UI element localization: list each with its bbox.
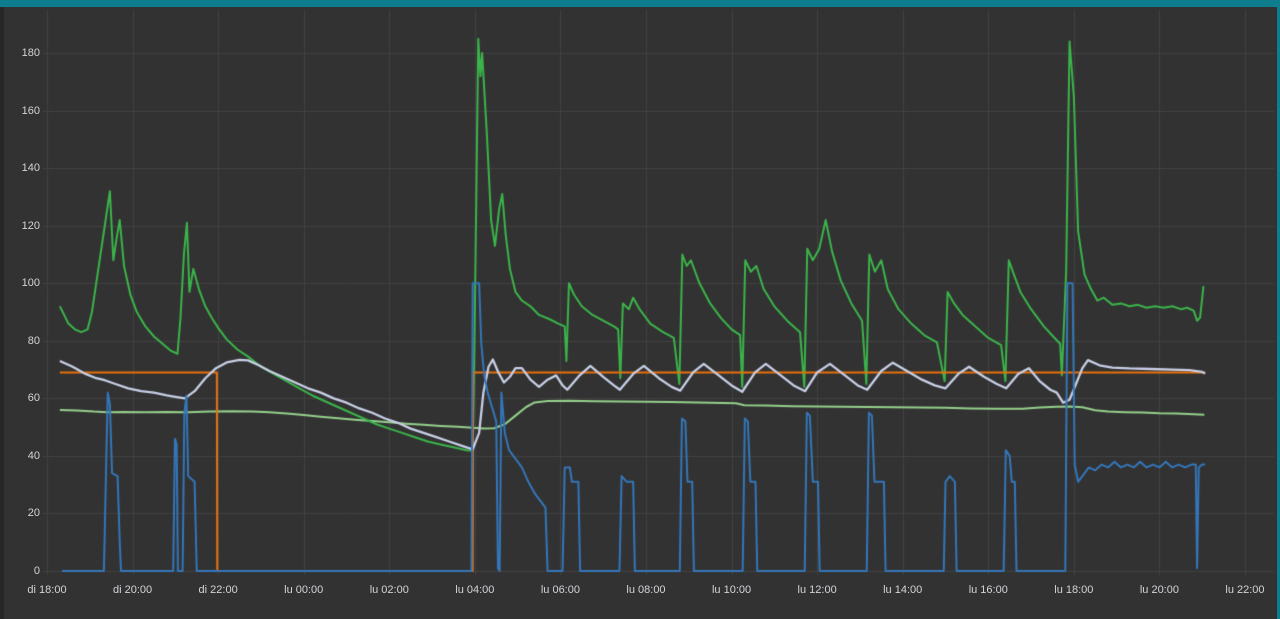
y-axis-label: 140 bbox=[21, 162, 40, 175]
x-axis-label: lu 20:00 bbox=[1139, 584, 1179, 596]
y-axis-label: 180 bbox=[21, 47, 40, 60]
y-axis-label: 20 bbox=[27, 507, 40, 520]
y-axis-label: 120 bbox=[21, 219, 40, 232]
x-axis-label: di 18:00 bbox=[27, 584, 67, 596]
x-axis-label: lu 04:00 bbox=[455, 584, 495, 596]
y-axis-label: 160 bbox=[21, 104, 40, 117]
x-axis-label: lu 10:00 bbox=[711, 584, 752, 596]
x-axis-label: di 22:00 bbox=[198, 584, 238, 596]
x-axis-label: lu 12:00 bbox=[797, 584, 837, 596]
x-axis-label: lu 22:00 bbox=[1225, 584, 1265, 596]
x-axis-label: lu 08:00 bbox=[626, 584, 666, 596]
x-axis-label: lu 16:00 bbox=[968, 584, 1008, 596]
x-axis-label: lu 06:00 bbox=[540, 584, 580, 596]
y-axis-label: 40 bbox=[27, 449, 40, 462]
x-axis-label: lu 02:00 bbox=[369, 584, 409, 596]
y-axis-label: 80 bbox=[27, 334, 40, 347]
y-axis-label: 100 bbox=[21, 277, 40, 290]
chart-canvas[interactable] bbox=[0, 0, 1280, 619]
x-axis-label: lu 00:00 bbox=[284, 584, 324, 596]
y-axis-label: 60 bbox=[27, 392, 40, 405]
monitoring-window: di 18:00 di 20:00 di 22:00 lu 00:00 lu 02:00… bbox=[0, 0, 1280, 619]
x-axis-label: di 20:00 bbox=[112, 584, 153, 596]
y-axis-label: 0 bbox=[33, 565, 40, 577]
x-axis-label: lu 14:00 bbox=[883, 584, 923, 596]
x-axis-label: lu 18:00 bbox=[1054, 584, 1094, 596]
